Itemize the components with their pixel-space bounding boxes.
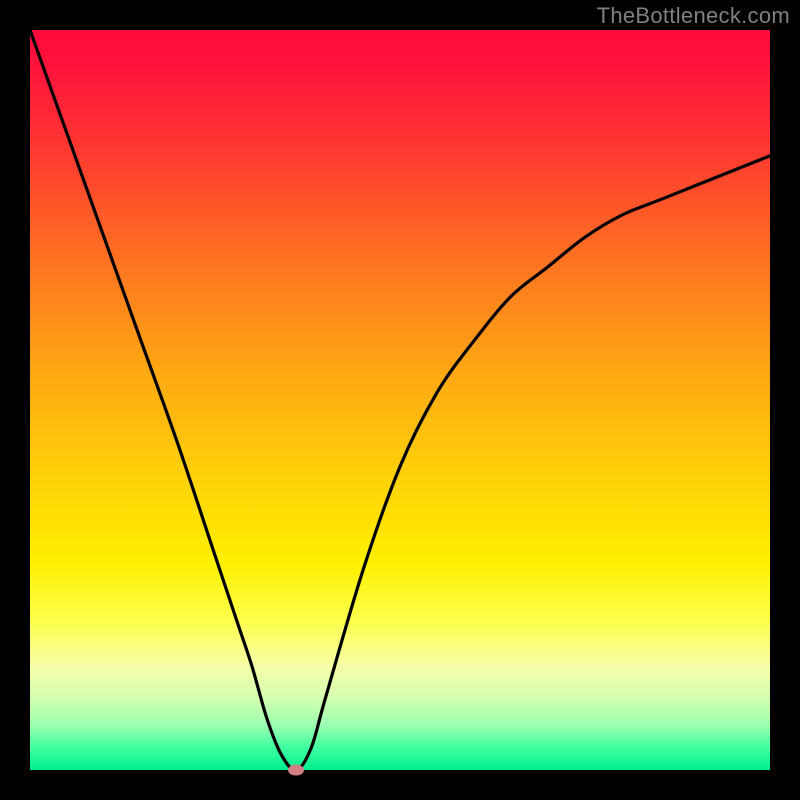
watermark-text: TheBottleneck.com <box>597 3 790 29</box>
optimal-point-marker <box>288 765 304 776</box>
chart-svg <box>30 30 770 770</box>
chart-plot-area <box>30 30 770 770</box>
bottleneck-curve <box>30 30 770 770</box>
